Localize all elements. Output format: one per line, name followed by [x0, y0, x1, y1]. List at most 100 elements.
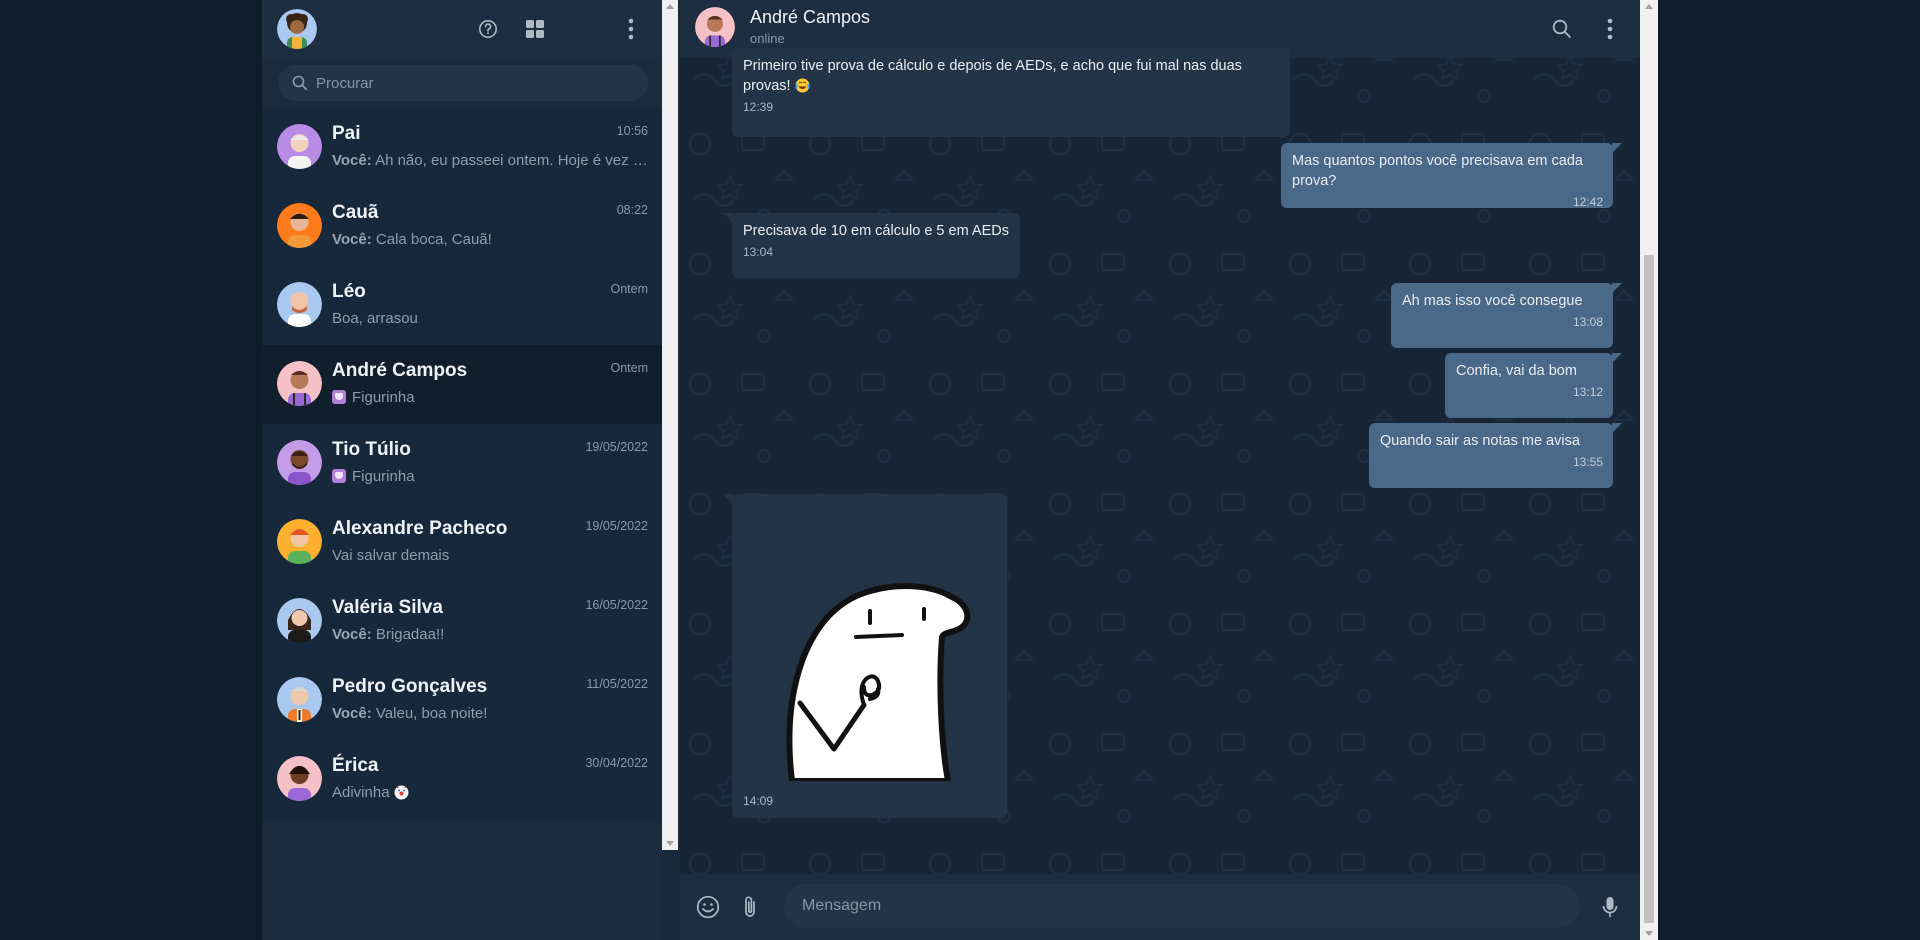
message-outgoing[interactable]: Confia, vai da bom 13:12: [1445, 353, 1622, 418]
chat-preview: Você: Valeu, boa noite!: [332, 705, 648, 722]
message-outgoing[interactable]: Mas quantos pontos você precisava em cad…: [1281, 143, 1622, 209]
chat-time: 08:22: [616, 203, 648, 217]
chat-preview: Adivinha: [332, 784, 648, 801]
avatar: [277, 203, 322, 248]
search-icon: [292, 75, 308, 91]
message-time: 13:12: [1572, 385, 1603, 399]
chat-preview: Vai salvar demais: [332, 547, 648, 564]
sender-label: Você:: [332, 152, 372, 169]
more-vert-icon[interactable]: [615, 13, 647, 45]
search-bar: [262, 58, 662, 108]
preview-text: Cala boca, Cauã!: [375, 231, 492, 248]
preview-text: Valeu, boa noite!: [375, 705, 488, 722]
message-time: 12:39: [743, 100, 774, 114]
chat-time: Ontem: [610, 361, 648, 375]
sticker-icon: [332, 390, 346, 404]
chat-name: Pedro Gonçalves: [332, 676, 488, 697]
avatar: [277, 282, 322, 327]
avatar: [277, 756, 322, 801]
avatar: [277, 361, 322, 406]
message-text: Primeiro tive prova de cálculo e depois …: [743, 58, 1242, 94]
scroll-down-arrow-icon[interactable]: [1645, 931, 1653, 936]
message-text: Ah mas isso você consegue: [1402, 293, 1583, 309]
chat-preview: Boa, arrasou: [332, 310, 648, 327]
chat-item-caua[interactable]: Cauã 08:22 Você: Cala boca, Cauã!: [262, 187, 662, 266]
scroll-up-arrow-icon[interactable]: [666, 4, 674, 9]
chat-name: Tio Túlio: [332, 439, 411, 460]
preview-text: Adivinha: [332, 784, 390, 801]
chat-item-valeria-silva[interactable]: Valéria Silva 16/05/2022 Você: Brigadaa!…: [262, 582, 662, 661]
chat-time: Ontem: [610, 282, 648, 296]
grid-icon[interactable]: [519, 13, 551, 45]
chat-name: André Campos: [332, 360, 468, 381]
chat-item-erica[interactable]: Érica 30/04/2022 Adivinha: [262, 740, 662, 819]
preview-text: Ah não, eu passeei ontem. Hoje é vez de …: [375, 152, 648, 169]
chat-name: Valéria Silva: [332, 597, 443, 618]
message-outgoing[interactable]: Quando sair as notas me avisa 13:55: [1369, 423, 1622, 488]
microphone-icon[interactable]: [1594, 891, 1626, 923]
chat-list: Pai 10:56 Você: Ah não, eu passeei ontem…: [262, 108, 662, 822]
emoji-icon[interactable]: [692, 891, 724, 923]
message-time: 13:08: [1572, 315, 1603, 329]
message-sticker[interactable]: 14:09: [723, 494, 1007, 818]
sidebar-scrollbar[interactable]: [662, 0, 678, 850]
search-box[interactable]: [278, 65, 648, 101]
sender-label: Você:: [332, 626, 372, 643]
chat-item-alexandre-pacheco[interactable]: Alexandre Pacheco 19/05/2022 Vai salvar …: [262, 503, 662, 582]
conversation-scrollbar[interactable]: [1640, 0, 1658, 940]
paperclip-icon[interactable]: [734, 891, 766, 923]
message-text: Mas quantos pontos você precisava em cad…: [1292, 153, 1583, 189]
search-icon[interactable]: [1546, 13, 1578, 45]
message-time: 12:42: [1572, 195, 1603, 209]
sender-label: Você:: [332, 231, 372, 248]
sidebar: Pai 10:56 Você: Ah não, eu passeei ontem…: [262, 0, 662, 940]
message-input[interactable]: [784, 884, 1580, 928]
scroll-down-arrow-icon[interactable]: [666, 841, 674, 846]
crying-laughing-emoji-icon: [794, 78, 810, 93]
chat-item-pedro-goncalves[interactable]: Pedro Gonçalves 11/05/2022 Você: Valeu, …: [262, 661, 662, 740]
chat-item-pai[interactable]: Pai 10:56 Você: Ah não, eu passeei ontem…: [262, 108, 662, 187]
message-time: 13:04: [743, 245, 774, 259]
chat-preview: Você: Brigadaa!!: [332, 626, 648, 643]
scrollbar-track[interactable]: [666, 14, 674, 836]
chat-time: 19/05/2022: [585, 440, 648, 454]
message-incoming[interactable]: Primeiro tive prova de cálculo e depois …: [732, 48, 1290, 137]
chat-preview: Você: Cala boca, Cauã!: [332, 231, 648, 248]
message-composer: [680, 874, 1640, 940]
chat-name: Alexandre Pacheco: [332, 518, 508, 539]
my-avatar[interactable]: [277, 9, 317, 49]
chat-time: 19/05/2022: [585, 519, 648, 533]
sender-label: Você:: [332, 705, 372, 722]
preview-text: Boa, arrasou: [332, 310, 418, 327]
contact-status: online: [750, 31, 785, 46]
chat-item-leo[interactable]: Léo Ontem Boa, arrasou: [262, 266, 662, 345]
contact-name: André Campos: [750, 7, 871, 27]
chat-item-andre-campos[interactable]: André Campos Ontem Figurinha: [262, 345, 662, 424]
preview-text: Brigadaa!!: [375, 626, 445, 643]
message-text: Confia, vai da bom: [1456, 363, 1577, 379]
chat-time: 10:56: [616, 124, 648, 138]
flork-ok-sticker: [786, 583, 971, 781]
scrollbar-thumb[interactable]: [1644, 255, 1654, 923]
avatar: [277, 598, 322, 643]
chat-item-tio-tulio[interactable]: Tio Túlio 19/05/2022 Figurinha: [262, 424, 662, 503]
avatar: [277, 440, 322, 485]
chat-name: Érica: [332, 755, 379, 776]
search-input[interactable]: [316, 65, 636, 101]
clown-emoji-icon: [394, 785, 409, 800]
message-incoming[interactable]: Precisava de 10 em cálculo e 5 em AEDs 1…: [723, 213, 1020, 278]
help-icon[interactable]: [472, 13, 504, 45]
contact-avatar[interactable]: [695, 7, 735, 47]
message-list: Primeiro tive prova de cálculo e depois …: [680, 48, 1640, 874]
preview-text: Vai salvar demais: [332, 547, 450, 564]
scroll-up-arrow-icon[interactable]: [1645, 4, 1653, 9]
message-outgoing[interactable]: Ah mas isso você consegue 13:08: [1391, 283, 1622, 348]
whatsapp-app: Pai 10:56 Você: Ah não, eu passeei ontem…: [262, 0, 1658, 940]
chat-time: 11/05/2022: [586, 677, 648, 691]
conversation-panel: André Campos online Primeiro tive prova …: [680, 0, 1658, 940]
chat-time: 30/04/2022: [585, 756, 648, 770]
more-vert-icon[interactable]: [1594, 13, 1626, 45]
chat-preview: Você: Ah não, eu passeei ontem. Hoje é v…: [332, 152, 648, 169]
message-time: 13:55: [1572, 455, 1603, 469]
message-time: 14:09: [743, 794, 774, 808]
